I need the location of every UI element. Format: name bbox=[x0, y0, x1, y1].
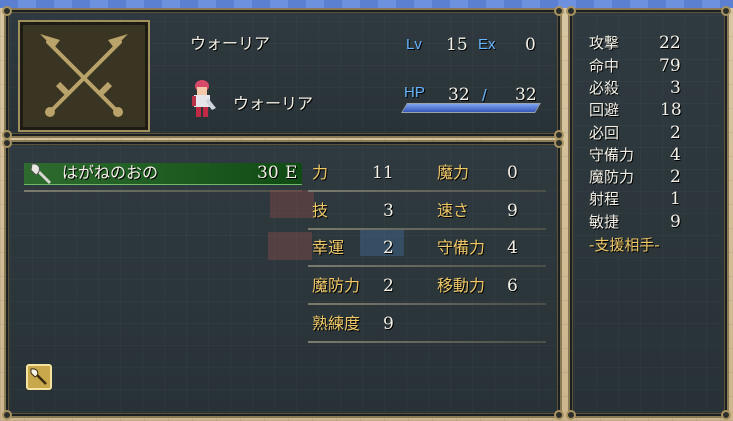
ex-value: 0 bbox=[525, 35, 536, 55]
support-partners-heading: -支援相手- bbox=[589, 236, 660, 254]
stat-label-str: 力 bbox=[312, 163, 329, 182]
stat-value-res: 2 bbox=[383, 276, 394, 296]
stat-value-mov: 6 bbox=[507, 276, 518, 296]
combat-label-avo: 回避 bbox=[589, 101, 620, 119]
stat-label-res: 魔防力 bbox=[312, 276, 361, 295]
combat-label-ddg: 必回 bbox=[589, 124, 620, 142]
combat-value-ddg: 2 bbox=[670, 123, 681, 143]
unit-name: ウォーリア bbox=[233, 94, 314, 113]
combat-label-rng: 射程 bbox=[589, 190, 620, 208]
combat-value-agi: 9 bbox=[670, 212, 681, 232]
stat-label-def: 守備力 bbox=[437, 238, 486, 257]
combat-label-crit: 必殺 bbox=[589, 79, 620, 97]
stat-label-wexp: 熟練度 bbox=[312, 314, 361, 333]
combat-value-rng: 1 bbox=[670, 189, 681, 209]
weapon-name: はがねのおの bbox=[62, 163, 159, 182]
combat-label-agi: 敏捷 bbox=[589, 213, 620, 231]
hp-separator: / bbox=[482, 86, 487, 105]
map-water-strip bbox=[0, 0, 733, 8]
crossed-swords-icon bbox=[40, 34, 128, 117]
ex-label: Ex bbox=[478, 36, 496, 53]
hp-max: 32 bbox=[515, 85, 537, 105]
stat-label-spd: 速さ bbox=[437, 201, 470, 220]
combat-value-atk: 22 bbox=[659, 33, 681, 53]
unit-sprite bbox=[192, 80, 216, 117]
combat-label-def: 守備力 bbox=[589, 146, 635, 164]
combat-label-atk: 攻撃 bbox=[589, 34, 620, 52]
stat-value-def: 4 bbox=[507, 238, 518, 258]
lv-label: Lv bbox=[406, 36, 422, 53]
stat-label-mov: 移動力 bbox=[437, 276, 486, 295]
hp-bar bbox=[401, 103, 541, 113]
combat-value-res: 2 bbox=[670, 167, 681, 187]
combat-value-def: 4 bbox=[670, 145, 681, 165]
stat-value-skl: 3 bbox=[383, 201, 394, 221]
hp-label: HP bbox=[404, 84, 425, 101]
combat-label-res: 魔防力 bbox=[589, 168, 635, 186]
stat-label-skl: 技 bbox=[312, 201, 329, 220]
stat-value-str: 11 bbox=[372, 163, 394, 183]
combat-value-hit: 79 bbox=[659, 56, 681, 76]
axe-icon bbox=[30, 163, 52, 185]
unit-header-panel: ウォーリア ウォーリア Lv 15 Ex 0 HP 32 / 32 bbox=[2, 6, 564, 140]
class-name: ウォーリア bbox=[190, 34, 271, 53]
weapon-uses: 30 bbox=[257, 163, 279, 183]
stat-value-spd: 9 bbox=[507, 201, 518, 221]
class-emblem-portrait bbox=[18, 20, 150, 132]
hp-current: 32 bbox=[448, 85, 470, 105]
combat-label-hit: 命中 bbox=[589, 57, 620, 75]
lv-value: 15 bbox=[446, 35, 468, 55]
stat-value-lck: 2 bbox=[383, 238, 394, 258]
combat-value-crit: 3 bbox=[670, 78, 681, 98]
weapon-rank: E bbox=[285, 163, 298, 183]
weapon-rank-axe-icon[interactable] bbox=[26, 364, 52, 390]
stat-label-mag: 魔力 bbox=[437, 163, 470, 182]
combat-value-avo: 18 bbox=[660, 100, 682, 120]
stat-value-wexp: 9 bbox=[383, 314, 394, 334]
stat-value-mag: 0 bbox=[507, 163, 518, 183]
hp-bar-fill bbox=[402, 104, 540, 112]
stat-label-lck: 幸運 bbox=[312, 238, 345, 257]
